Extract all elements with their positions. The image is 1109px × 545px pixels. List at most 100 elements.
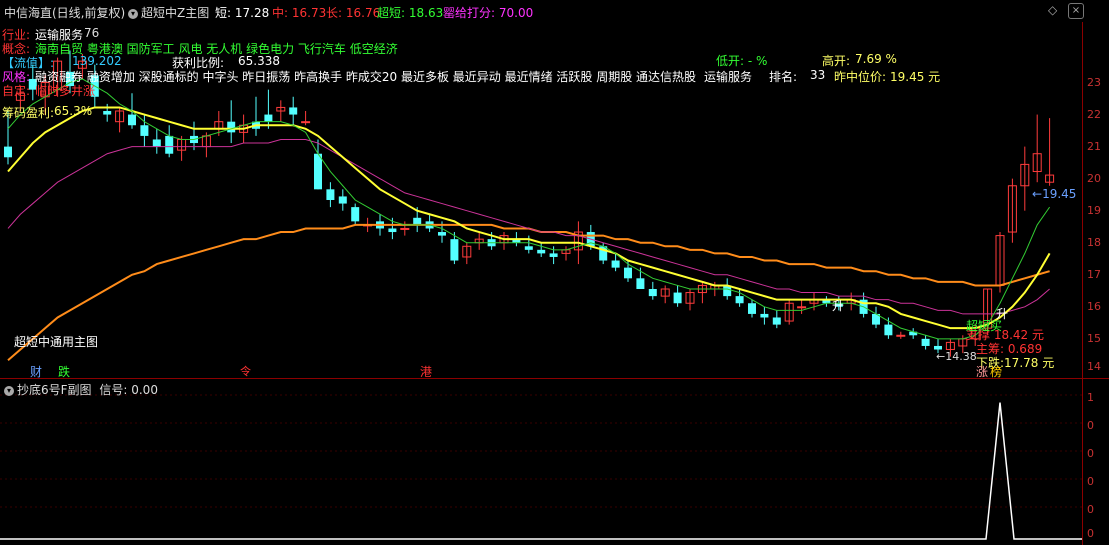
header-item-long: 长: 16.76	[326, 6, 381, 20]
industry-number: 76	[84, 26, 100, 40]
stock-title: 中信海直(日线,前复权)	[4, 6, 126, 20]
candle-body	[611, 260, 620, 268]
header-item-ultrashort: 超短: 18.63	[377, 6, 444, 20]
rise-mark-2: 升	[832, 299, 845, 313]
candle-body	[152, 139, 161, 147]
candle-body	[673, 292, 682, 304]
rank-label: 排名:	[769, 70, 798, 84]
rise-mark: 升	[996, 307, 1009, 321]
header-item-score: 罂给打分: 70.00	[443, 6, 534, 20]
candle-body	[326, 189, 335, 200]
dropdown-icon[interactable]: ▾	[128, 8, 138, 19]
sub-axis-tick: 0	[1087, 475, 1094, 488]
candle-body	[760, 313, 769, 318]
axis-tick: 14	[1087, 360, 1101, 373]
main-footer-label: 超短中通用主图	[14, 335, 99, 349]
style-value: 融资融券 融资增加 深股通标的 中字头 昨日振荡 昨高换手 昨成交20 最近多板…	[35, 70, 697, 84]
ma-mid-line	[7, 138, 1050, 315]
sector-value: 运输服务	[704, 70, 753, 84]
candle-body	[921, 338, 930, 346]
main-price-axis: 23 22 21 20 19 18 17 16 15 14	[1082, 22, 1109, 378]
expand-icon[interactable]: ◇	[1048, 3, 1057, 17]
sub-axis-tick: 0	[1087, 527, 1094, 540]
candle-body	[884, 324, 893, 336]
candle-body	[388, 228, 397, 233]
sub-axis-tick: 1	[1087, 391, 1094, 404]
axis-tick: 21	[1087, 140, 1101, 153]
indicator-selector[interactable]: ▾ 超短中Z主图	[128, 4, 209, 21]
candle-body	[227, 121, 236, 133]
candle-body	[314, 153, 322, 190]
custom-value: 临时多井涨	[35, 84, 96, 98]
candle-body	[896, 334, 906, 337]
candle-body	[735, 296, 744, 304]
candle-body	[4, 146, 12, 158]
candle-body	[438, 232, 446, 236]
candle-body	[748, 303, 756, 314]
candle-body	[140, 125, 149, 136]
chip-value: 65.3%	[54, 104, 93, 118]
candle-body	[301, 121, 311, 124]
header-item-mid: 中: 16.73	[272, 6, 327, 20]
candle-body	[524, 246, 533, 250]
header-item-short: 短: 17.28	[215, 6, 270, 20]
axis-tick: 20	[1087, 172, 1101, 185]
candle-body	[351, 207, 360, 222]
axis-tick: 18	[1087, 236, 1101, 249]
sub-axis: 1 0 0 0 0 0	[1082, 379, 1109, 545]
rank-value: 33	[810, 68, 826, 82]
sub-chart-header[interactable]: ▾ 抄底6号F副图 信号: 0.00	[4, 381, 158, 398]
price-tag-value: 19.45	[1042, 187, 1077, 201]
axis-tick: 23	[1087, 76, 1101, 89]
candle-body	[934, 345, 942, 350]
close-icon[interactable]: ×	[1068, 3, 1084, 19]
ma-fast-line	[7, 78, 1051, 340]
sub-axis-tick: 0	[1087, 503, 1094, 516]
sub-axis-tick: 0	[1087, 419, 1094, 432]
candle-body	[624, 267, 632, 279]
low-tag: ←14.38	[936, 350, 977, 363]
header-bar: 中信海直(日线,前复权) ▾ 超短中Z主图 短: 17.28 中: 16.73 长…	[0, 0, 1109, 22]
chip-label: 筹码盈利:	[2, 106, 55, 120]
price-tag: ←19.45	[1032, 187, 1077, 201]
low-tag-value: 14.38	[945, 350, 977, 363]
candle-body	[450, 239, 459, 261]
candle-body	[636, 278, 645, 289]
candle-body	[128, 114, 136, 126]
axis-tick: 15	[1087, 332, 1101, 345]
axis-tick: 19	[1087, 204, 1101, 217]
candle-body	[772, 317, 781, 325]
main-chart[interactable]: 行业: 运输服务 76 概念: 海南自贸 粤港澳 国防军工 风电 无人机 绿色电…	[0, 22, 1082, 379]
custom-label: 自定:	[2, 84, 31, 98]
candle-body	[338, 196, 347, 204]
profit-value: 65.338	[238, 54, 280, 68]
dropdown-icon[interactable]: ▾	[4, 385, 14, 396]
sub-chart[interactable]: ▾ 抄底6号F副图 信号: 0.00	[0, 379, 1082, 545]
float-value: 139.202	[72, 54, 122, 68]
sub-chart-signal: 信号: 0.00	[99, 383, 158, 397]
candle-body	[264, 114, 273, 122]
candle-body	[648, 289, 657, 297]
sub-chart-title: 抄底6号F副图	[17, 383, 92, 397]
mid-price-label: 昨中位价:	[834, 70, 887, 84]
candle-body	[400, 227, 410, 230]
high-open-label: 高开:	[822, 54, 851, 68]
axis-tick: 22	[1087, 108, 1101, 121]
high-open-value: 7.69 %	[855, 52, 897, 66]
candle-body	[413, 217, 422, 225]
candle-body	[289, 107, 298, 115]
candle-body	[549, 253, 558, 257]
mid-price-value: 19.45 元	[890, 70, 941, 84]
ma-short-line	[7, 106, 1051, 330]
candle-body	[537, 249, 546, 254]
axis-tick: 16	[1087, 300, 1101, 313]
candle-body	[797, 306, 807, 309]
axis-tick: 17	[1087, 268, 1101, 281]
sub-axis-tick: 0	[1087, 447, 1094, 460]
marker-ling: 令	[240, 365, 251, 378]
low-open: 低开: - %	[716, 54, 768, 68]
sub-chart-svg	[0, 394, 1082, 540]
candle-body	[103, 111, 112, 115]
indicator-name: 超短中Z主图	[141, 6, 210, 20]
candle-body	[165, 135, 174, 154]
